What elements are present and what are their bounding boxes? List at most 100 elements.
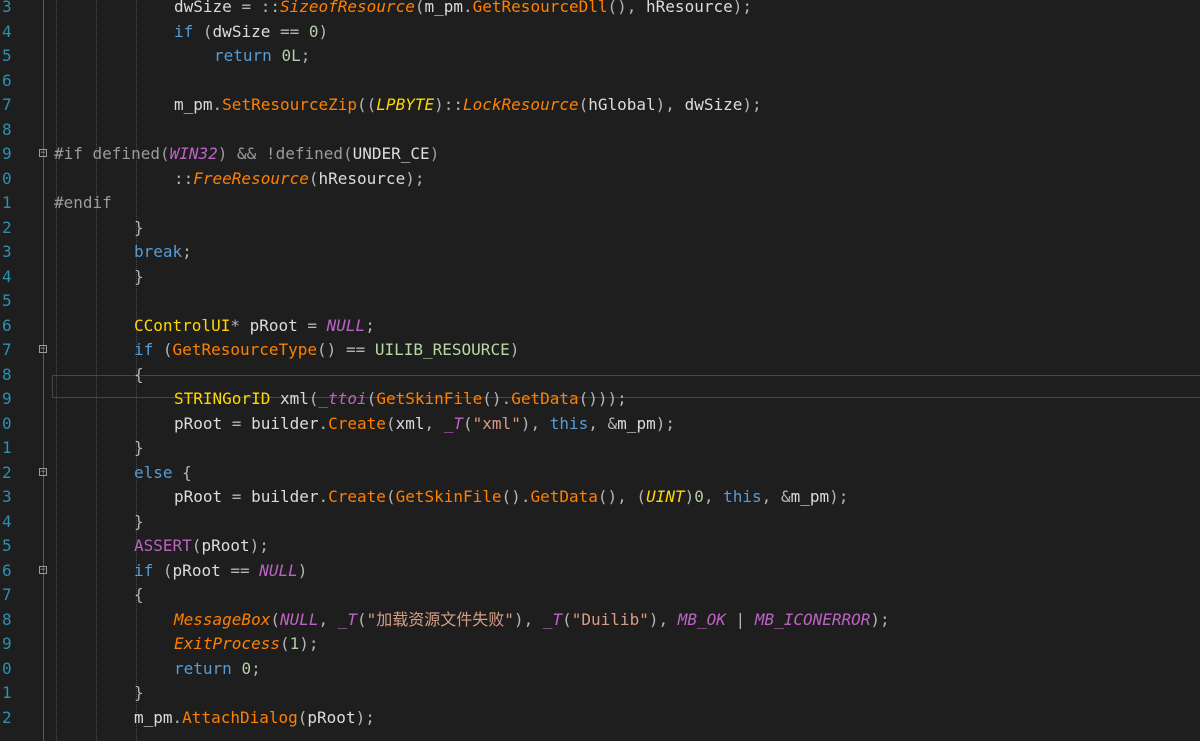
code-line[interactable]: 0 pRoot = builder.Create(xml, _T("xml"), … [0,412,1200,437]
code-line[interactable]: 3 break; [0,240,1200,265]
code-token: STRINGorID [174,389,280,408]
code-token: ); [829,487,849,506]
code-token: ):: [434,95,463,114]
line-number: 5 [2,291,12,310]
code-token: ( [202,21,213,41]
line-number: 1 [2,683,12,702]
code-token: WIN32 [169,144,218,163]
code-line[interactable]: 7 m_pm.SetResourceZip((LPBYTE)::LockResou… [0,93,1200,118]
code-text: return 0; [174,657,261,682]
code-token: ) [684,487,695,506]
code-token: :: [174,168,194,188]
code-line[interactable]: 1} [0,681,1200,706]
code-token: ), [655,95,685,114]
code-line[interactable]: 4} [0,265,1200,290]
code-token: (( [357,95,377,114]
collapse-icon[interactable]: − [39,565,47,574]
code-line[interactable]: 1} [0,436,1200,461]
code-token: dwSize [174,0,242,16]
code-token: ) [318,21,329,41]
line-number: 8 [2,119,12,139]
code-token: FreeResource [193,168,309,188]
code-line[interactable]: 6 − if (pRoot == NULL) [0,559,1200,584]
code-token: GetSkinFile [376,389,483,408]
code-token: hResource [646,0,733,16]
code-line[interactable]: 5 [0,289,1200,314]
code-token: = [231,413,252,433]
code-text: } [134,510,144,535]
line-number: 2 [2,217,12,237]
code-line[interactable]: 1 #endif [0,191,1200,216]
code-token: #endif [54,193,112,212]
code-token: ( [297,707,308,727]
code-token: SizeofResource [279,0,415,16]
code-token: () == [317,340,375,359]
code-line[interactable]: 2 − else { [0,461,1200,486]
code-token: CControlUI [134,315,231,335]
collapse-icon[interactable]: − [39,345,47,354]
code-token: 1 [289,634,300,653]
code-line[interactable]: 8{ [0,363,1200,388]
code-token: ( [385,487,396,506]
code-line[interactable]: 8 MessageBox(NULL, _T("加载资源文件失败"), _T("Du… [0,608,1200,633]
code-token: UILIB_RESOURCE [374,340,510,359]
code-token: . [318,413,329,433]
code-token: hResource [318,168,406,188]
code-token: xml [395,413,425,433]
code-token: ( [562,609,572,629]
code-token: 0 [241,658,252,678]
code-line[interactable]: 3 dwSize = ::SizeofResource(m_pm.GetResou… [0,0,1200,20]
line-number: 9 [2,144,12,163]
code-token: pRoot [174,487,232,506]
code-token: } [134,511,144,531]
line-number: 4 [2,511,12,531]
code-line[interactable]: 8 [0,118,1200,143]
code-line[interactable]: 9 ExitProcess(1); [0,632,1200,657]
code-token: m_pm [424,0,463,16]
code-line[interactable]: 7{ [0,583,1200,608]
code-text: dwSize = ::SizeofResource(m_pm.GetResour… [174,0,752,20]
code-token: LPBYTE [376,95,435,114]
code-line[interactable]: 0 return 0; [0,657,1200,682]
code-token: NULL [279,609,319,629]
code-token: . [463,0,473,16]
code-text: m_pm.AttachDialog(pRoot); [134,706,375,731]
code-token: ) [429,144,440,163]
code-line[interactable]: 9 − #if defined(WIN32) && !defined(UNDER_C… [0,142,1200,167]
line-number: 3 [2,0,12,16]
line-number: 2 [2,462,12,482]
code-text: MessageBox(NULL, _T("加载资源文件失败"), _T("Dui… [174,608,890,633]
code-token: ExitProcess [174,634,280,653]
code-line[interactable]: 5 ASSERT(pRoot); [0,534,1200,559]
code-token: 0L [281,46,301,65]
code-token: ; [251,658,261,678]
code-token: (). [501,487,531,506]
collapse-icon[interactable]: − [39,149,47,158]
code-line[interactable]: 6 [0,69,1200,94]
code-line[interactable]: 6 CControlUI* pRoot = NULL; [0,314,1200,339]
code-token: (). [482,389,512,408]
code-text: ::FreeResource(hResource); [174,167,424,192]
code-line[interactable]: 3 pRoot = builder.Create(GetSkinFile().Ge… [0,485,1200,510]
code-text: ExitProcess(1); [174,632,319,657]
code-token: if [134,560,163,580]
code-line[interactable]: 2 m_pm.AttachDialog(pRoot); [0,706,1200,731]
line-number: 9 [2,389,12,408]
line-number: 9 [2,634,12,653]
code-line[interactable]: 5 return 0L; [0,44,1200,69]
code-line[interactable]: 0::FreeResource(hResource); [0,167,1200,192]
code-token: dwSize [684,95,743,114]
code-line[interactable]: 9 STRINGorID xml(_ttoi(GetSkinFile().GetD… [0,387,1200,412]
code-line[interactable]: 4 if (dwSize == 0) [0,20,1200,45]
code-line[interactable]: 2} [0,216,1200,241]
code-token: UINT [646,487,685,506]
code-line[interactable]: 7 − if (GetResourceType() == UILIB_RESOURC… [0,338,1200,363]
code-token: ); [355,707,375,727]
collapse-icon[interactable]: − [39,467,47,476]
code-editor[interactable]: 3 dwSize = ::SizeofResource(m_pm.GetResou… [0,0,1200,741]
line-number: 0 [2,658,12,678]
code-line[interactable]: 4} [0,510,1200,535]
code-text: } [134,436,144,461]
code-token: UNDER_CE [352,144,430,163]
code-token: NULL [259,560,298,580]
